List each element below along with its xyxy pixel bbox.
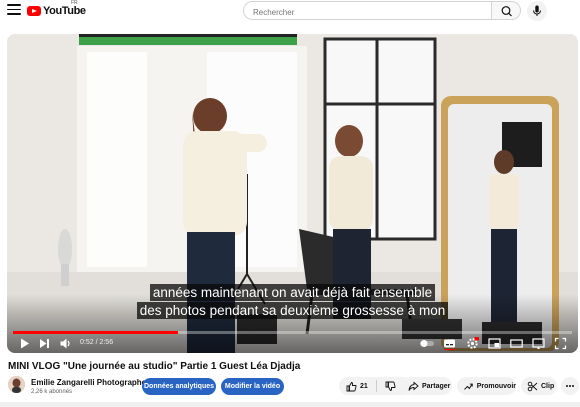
- search-input[interactable]: [244, 4, 491, 21]
- top-bar: YouTube FR: [0, 0, 580, 22]
- subtitle-line-1: années maintenant on avait déjà fait ens…: [149, 284, 436, 301]
- subscriber-count: 2,26 k abonnés: [31, 389, 73, 395]
- channel-name[interactable]: Emilie Zangarelli Photographe: [31, 378, 146, 387]
- search-icon: [501, 6, 512, 17]
- progress-bar-played: [13, 331, 179, 334]
- play-icon[interactable]: [18, 337, 31, 350]
- region-code: FR: [71, 0, 78, 6]
- promote-icon: [464, 383, 473, 390]
- microphone-icon: [533, 5, 541, 16]
- promote-label: Promouvoir: [476, 382, 516, 390]
- youtube-play-logo-icon: [27, 6, 41, 16]
- captions-icon[interactable]: [443, 337, 456, 350]
- cast-icon[interactable]: [532, 337, 545, 350]
- scissors-icon: [527, 381, 538, 391]
- progress-bar[interactable]: [13, 331, 572, 334]
- avatar-image: [8, 376, 25, 393]
- more-options-icon: [566, 385, 574, 387]
- like-dislike-group: 21: [339, 377, 413, 395]
- miniplayer-icon[interactable]: [488, 337, 501, 350]
- video-title: MINI VLOG "Une journée au studio" Partie…: [8, 361, 301, 372]
- thumbs-up-icon: [346, 381, 357, 391]
- hamburger-menu-icon[interactable]: [7, 4, 21, 16]
- dislike-button[interactable]: [385, 381, 399, 392]
- clip-label: Clip: [541, 382, 555, 390]
- subtitle-line-2: des photos pendant sa deuxième grossesse…: [136, 302, 449, 319]
- analytics-button[interactable]: Données analytiques: [142, 378, 216, 395]
- share-label: Partager: [422, 382, 451, 390]
- autoplay-toggle-icon[interactable]: [419, 337, 435, 350]
- player-controls: 0:52 / 2:56: [7, 335, 578, 353]
- analytics-button-label: Données analytiques: [143, 383, 215, 390]
- logo-text: YouTube: [43, 5, 86, 17]
- theater-mode-icon[interactable]: [510, 337, 523, 350]
- next-video-icon[interactable]: [38, 337, 51, 350]
- channel-avatar[interactable]: [8, 376, 25, 393]
- like-button[interactable]: 21: [346, 381, 368, 392]
- edit-video-button-label: Modifier la vidéo: [224, 383, 281, 390]
- volume-icon[interactable]: [59, 337, 72, 350]
- voice-search-button[interactable]: [527, 1, 547, 21]
- promote-button[interactable]: Promouvoir: [457, 377, 516, 395]
- fullscreen-icon[interactable]: [554, 337, 567, 350]
- like-count: 21: [360, 382, 368, 390]
- thumbs-down-icon: [385, 381, 396, 391]
- subtitles: années maintenant on avait déjà fait ens…: [7, 284, 578, 320]
- settings-gear-icon[interactable]: [466, 337, 479, 350]
- share-arrow-icon: [408, 381, 419, 391]
- search-box: [243, 1, 491, 21]
- more-actions-button[interactable]: [561, 377, 579, 395]
- search-button[interactable]: [491, 1, 521, 20]
- edit-video-button[interactable]: Modifier la vidéo: [221, 378, 284, 395]
- like-divider: [375, 380, 377, 392]
- video-player[interactable]: années maintenant on avait déjà fait ens…: [7, 34, 578, 353]
- share-button[interactable]: Partager: [403, 377, 452, 395]
- description-box-edge: [0, 402, 580, 407]
- time-display: 0:52 / 2:56: [80, 339, 114, 346]
- clip-button[interactable]: Clip: [521, 377, 557, 395]
